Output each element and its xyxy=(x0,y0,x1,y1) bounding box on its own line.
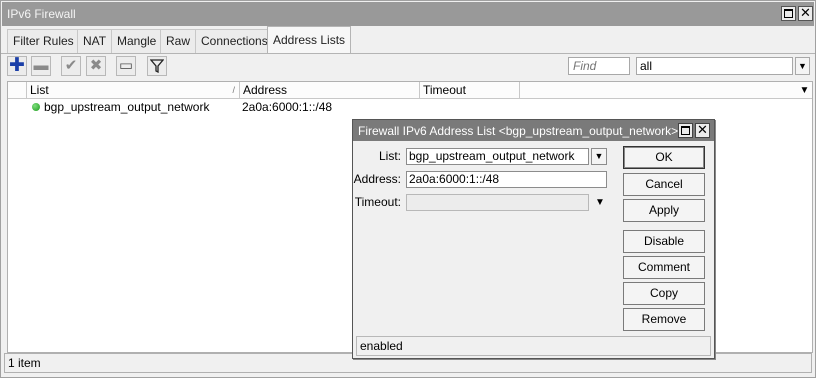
dialog-titlebar[interactable]: Firewall IPv6 Address List <bgp_upstream… xyxy=(353,120,714,141)
filter-select[interactable]: all xyxy=(636,57,793,75)
enable-button[interactable]: ✔ xyxy=(61,56,81,76)
column-header-flags[interactable] xyxy=(8,82,27,99)
dialog-title: Firewall IPv6 Address List <bgp_upstream… xyxy=(358,124,679,138)
tab-address-lists[interactable]: Address Lists xyxy=(267,26,352,54)
tab-raw[interactable]: Raw xyxy=(160,29,197,53)
plus-icon: ✚ xyxy=(9,55,25,76)
tab-bar: Filter Rules NAT Mangle Raw Connections … xyxy=(7,26,807,54)
cancel-button[interactable]: Cancel xyxy=(623,173,705,196)
minus-icon: ▬ xyxy=(33,57,49,74)
column-header-address[interactable]: Address xyxy=(240,82,420,99)
apply-button[interactable]: Apply xyxy=(623,199,705,222)
row-address: 2a0a:6000:1::/48 xyxy=(242,100,333,114)
comment-button[interactable]: Comment xyxy=(623,256,705,279)
comment-icon: ▭ xyxy=(118,57,134,74)
remove-button[interactable]: ▬ xyxy=(31,56,51,76)
comment-button[interactable]: ▭ xyxy=(116,56,136,76)
column-timeout-label: Timeout xyxy=(423,83,466,97)
cross-icon: ✖ xyxy=(89,57,103,74)
address-label: Address: xyxy=(353,172,401,186)
dialog-status-bar: enabled xyxy=(356,336,711,356)
dialog-close-button[interactable]: ✕ xyxy=(695,122,710,138)
chevron-down-icon: ▼ xyxy=(799,85,810,96)
maximize-icon xyxy=(681,126,690,135)
remove-button[interactable]: Remove xyxy=(623,308,705,331)
chevron-down-icon: ▼ xyxy=(798,61,807,71)
window-titlebar[interactable]: IPv6 Firewall ✕ xyxy=(2,2,814,26)
filter-icon xyxy=(149,59,165,74)
close-icon: ✕ xyxy=(800,5,811,20)
ipv6-firewall-window: IPv6 Firewall ✕ Filter Rules NAT Mangle … xyxy=(0,0,816,378)
row-list: bgp_upstream_output_network xyxy=(44,100,210,114)
toolbar: ✚ ▬ ✔ ✖ ▭ all ▼ xyxy=(7,56,811,78)
ok-button[interactable]: OK xyxy=(623,146,705,169)
disable-button[interactable]: Disable xyxy=(623,230,705,253)
list-select[interactable]: bgp_upstream_output_network xyxy=(406,148,589,165)
address-input[interactable]: 2a0a:6000:1::/48 xyxy=(406,171,607,188)
maximize-button[interactable] xyxy=(781,6,796,21)
check-icon: ✔ xyxy=(64,57,78,74)
column-list-label: List xyxy=(30,83,49,97)
add-button[interactable]: ✚ xyxy=(7,56,27,76)
copy-button[interactable]: Copy xyxy=(623,282,705,305)
timeout-expand-button[interactable]: ▼ xyxy=(593,194,607,211)
dialog-status-text: enabled xyxy=(360,339,403,353)
address-list-dialog: Firewall IPv6 Address List <bgp_upstream… xyxy=(352,119,715,359)
chevron-down-icon: ▼ xyxy=(594,151,604,161)
maximize-icon xyxy=(784,9,793,18)
filter-dropdown-arrow[interactable]: ▼ xyxy=(795,57,810,75)
columns-menu-button[interactable]: ▼ xyxy=(797,82,812,99)
filter-button[interactable] xyxy=(147,56,167,76)
timeout-input[interactable] xyxy=(406,194,589,211)
item-count: 1 item xyxy=(8,356,41,370)
tab-connections[interactable]: Connections xyxy=(195,29,274,53)
tab-nat[interactable]: NAT xyxy=(77,29,113,53)
close-icon: ✕ xyxy=(697,122,708,137)
column-header-list[interactable]: List / xyxy=(27,82,240,99)
column-address-label: Address xyxy=(243,83,288,97)
dialog-maximize-button[interactable] xyxy=(678,123,693,138)
column-header-timeout[interactable]: Timeout xyxy=(420,82,520,99)
enabled-status-icon xyxy=(32,103,40,111)
tab-divider xyxy=(1,53,815,54)
table-row[interactable]: bgp_upstream_output_network 2a0a:6000:1:… xyxy=(8,99,812,116)
list-label: List: xyxy=(378,149,401,163)
sort-indicator-icon: / xyxy=(232,85,235,95)
close-button[interactable]: ✕ xyxy=(798,5,813,21)
chevron-down-icon: ▼ xyxy=(595,197,605,208)
table-header: List / Address Timeout ▼ xyxy=(8,82,812,99)
disable-button[interactable]: ✖ xyxy=(86,56,106,76)
timeout-label: Timeout: xyxy=(354,195,401,209)
find-input[interactable] xyxy=(568,57,630,75)
list-dropdown-button[interactable]: ▼ xyxy=(591,148,607,165)
tab-filter-rules[interactable]: Filter Rules xyxy=(7,29,80,53)
tab-mangle[interactable]: Mangle xyxy=(111,29,163,53)
window-title: IPv6 Firewall xyxy=(7,7,76,21)
